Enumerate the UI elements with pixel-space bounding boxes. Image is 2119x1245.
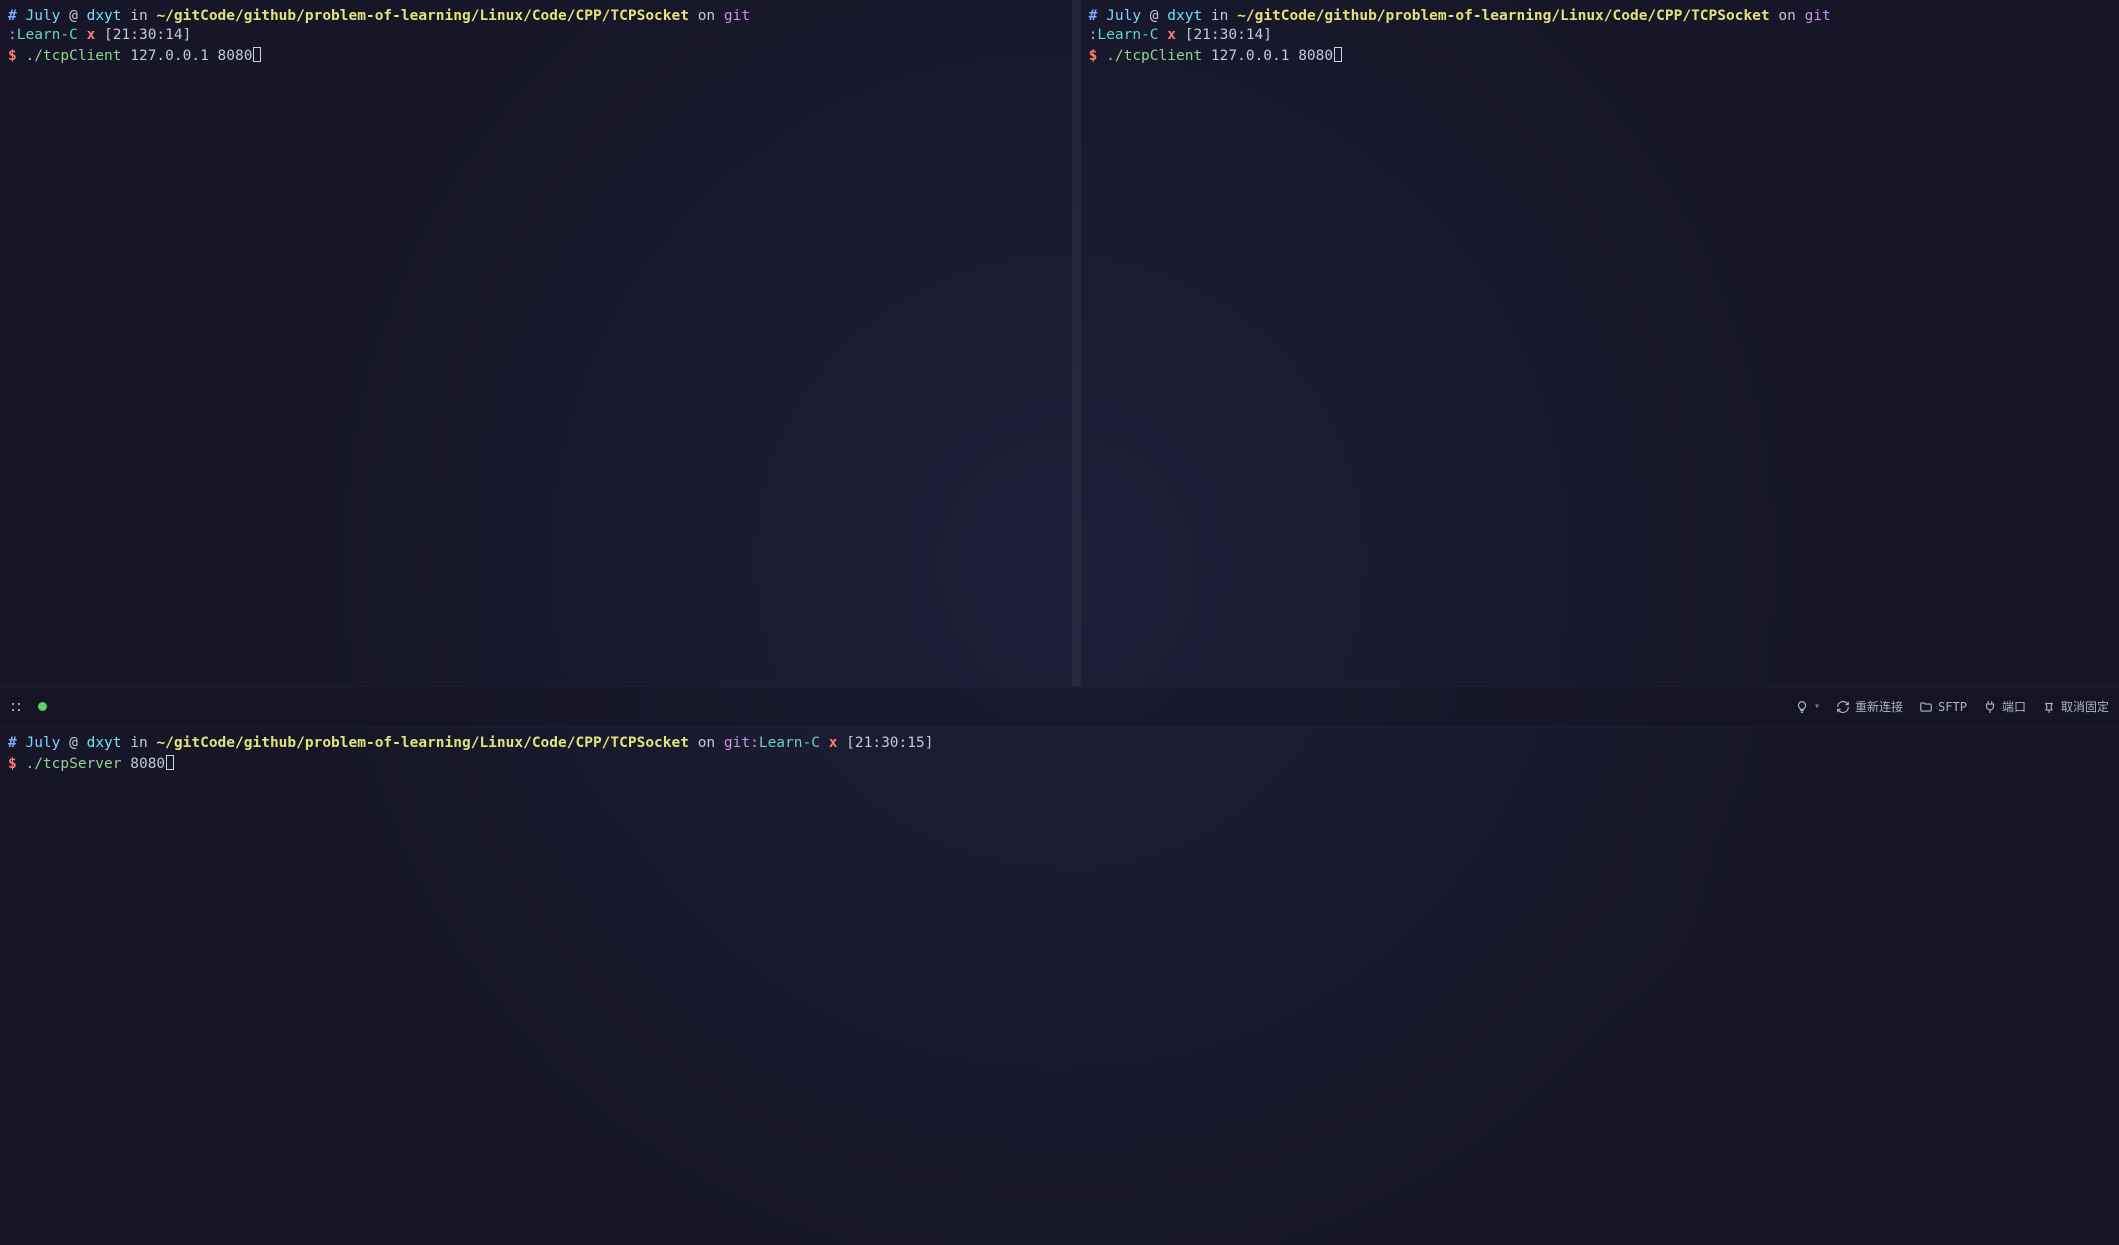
prompt-colon: :: [8, 27, 17, 43]
hints-button[interactable]: ▾: [1795, 700, 1820, 714]
command-args: 127.0.0.1 8080: [1211, 48, 1333, 64]
terminal-split-layout: # July @ dxyt in ~/gitCode/github/proble…: [0, 0, 2119, 1245]
unpin-label: 取消固定: [2061, 698, 2109, 715]
vertical-separator: [1072, 0, 1080, 686]
port-button[interactable]: 端口: [1983, 698, 2026, 715]
cursor-icon: [166, 755, 174, 770]
unpin-button[interactable]: 取消固定: [2042, 698, 2109, 715]
prompt-x: x: [1167, 27, 1176, 43]
command-line: $ ./tcpServer 8080: [8, 753, 2111, 774]
prompt-time: [21:30:14]: [104, 27, 191, 43]
prompt-colon: :: [750, 735, 759, 751]
prompt-time: [21:30:14]: [1185, 27, 1272, 43]
port-label: 端口: [2002, 698, 2026, 715]
command: ./tcpClient: [25, 48, 121, 64]
prompt-in: in: [1211, 8, 1228, 24]
prompt-git: git: [724, 735, 750, 751]
folder-icon: [1919, 700, 1933, 714]
prompt-line: # July @ dxyt in ~/gitCode/github/proble…: [1089, 7, 2111, 26]
chevron-down-icon: ▾: [1814, 701, 1820, 712]
command-line: $ ./tcpClient 127.0.0.1 8080: [8, 45, 1064, 66]
prompt-user: July: [25, 735, 60, 751]
lightbulb-icon: [1795, 700, 1809, 714]
prompt-line-2: :Learn-C x [21:30:14]: [8, 26, 1064, 45]
refresh-icon: [1836, 700, 1850, 714]
prompt-host: dxyt: [1167, 8, 1202, 24]
terminal-pane-bottom[interactable]: # July @ dxyt in ~/gitCode/github/proble…: [0, 727, 2119, 1245]
prompt-path: ~/gitCode/github/problem-of-learning/Lin…: [1237, 8, 1770, 24]
cursor-icon: [1334, 47, 1342, 62]
grid-icon: [10, 701, 22, 713]
toolbar-left-group: [10, 701, 47, 713]
prompt-on: on: [698, 8, 715, 24]
command-args: 127.0.0.1 8080: [130, 48, 252, 64]
prompt-dollar: $: [1089, 48, 1098, 64]
prompt-path: ~/gitCode/github/problem-of-learning/Lin…: [156, 8, 689, 24]
apps-grid-button[interactable]: [10, 701, 22, 713]
prompt-x: x: [87, 27, 96, 43]
plug-icon: [1983, 700, 1997, 714]
terminal-pane-top-left[interactable]: # July @ dxyt in ~/gitCode/github/proble…: [0, 0, 1072, 686]
prompt-branch: Learn-C: [17, 27, 78, 43]
reconnect-button[interactable]: 重新连接: [1836, 698, 1903, 715]
prompt-line-2: :Learn-C x [21:30:14]: [1089, 26, 2111, 45]
pane-toolbar: ▾ 重新连接 SFTP 端口: [0, 686, 2119, 727]
prompt-dollar: $: [8, 756, 17, 772]
prompt-on: on: [698, 735, 715, 751]
prompt-hash: #: [1089, 8, 1098, 24]
pin-icon: [2042, 700, 2056, 714]
prompt-user: July: [25, 8, 60, 24]
prompt-user: July: [1106, 8, 1141, 24]
prompt-on: on: [1778, 8, 1795, 24]
sftp-button[interactable]: SFTP: [1919, 700, 1967, 714]
prompt-dollar: $: [8, 48, 17, 64]
prompt-in: in: [130, 735, 147, 751]
sftp-label: SFTP: [1938, 700, 1967, 714]
command: ./tcpServer: [25, 756, 121, 772]
prompt-at: @: [1150, 8, 1159, 24]
prompt-at: @: [69, 735, 78, 751]
prompt-path: ~/gitCode/github/problem-of-learning/Lin…: [156, 735, 689, 751]
terminal-pane-top-right[interactable]: # July @ dxyt in ~/gitCode/github/proble…: [1081, 0, 2119, 686]
prompt-hash: #: [8, 735, 17, 751]
prompt-branch: Learn-C: [759, 735, 820, 751]
prompt-x: x: [829, 735, 838, 751]
reconnect-label: 重新连接: [1855, 698, 1903, 715]
toolbar-right-group: ▾ 重新连接 SFTP 端口: [1795, 698, 2109, 715]
prompt-branch: Learn-C: [1097, 27, 1158, 43]
prompt-in: in: [130, 8, 147, 24]
prompt-at: @: [69, 8, 78, 24]
prompt-git: git: [1805, 8, 1831, 24]
cursor-icon: [253, 47, 261, 62]
prompt-host: dxyt: [87, 735, 122, 751]
prompt-line: # July @ dxyt in ~/gitCode/github/proble…: [8, 7, 1064, 26]
prompt-line: # July @ dxyt in ~/gitCode/github/proble…: [8, 734, 2111, 753]
session-status[interactable]: [38, 702, 47, 711]
command-line: $ ./tcpClient 127.0.0.1 8080: [1089, 45, 2111, 66]
active-dot-icon: [38, 702, 47, 711]
prompt-host: dxyt: [87, 8, 122, 24]
prompt-git: git: [724, 8, 750, 24]
command: ./tcpClient: [1106, 48, 1202, 64]
prompt-hash: #: [8, 8, 17, 24]
prompt-time: [21:30:15]: [846, 735, 933, 751]
command-args: 8080: [130, 756, 165, 772]
